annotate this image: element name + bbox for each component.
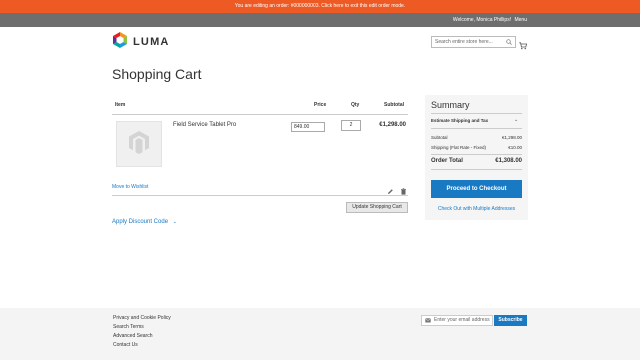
row-subtotal: €1,298.00: [379, 122, 406, 128]
footer: [0, 308, 640, 360]
summary-divider: [431, 169, 522, 170]
cart-icon[interactable]: [519, 37, 528, 55]
summary-row-subtotal: Subtotal €1,298.00: [431, 135, 522, 140]
apply-discount-toggle[interactable]: Apply Discount Code ⌄: [112, 219, 177, 225]
apply-discount-label: Apply Discount Code: [112, 219, 169, 225]
order-total-value: €1,308.00: [495, 158, 522, 164]
column-header-qty: Qty: [351, 102, 360, 108]
footer-link-search-terms[interactable]: Search Terms: [113, 324, 144, 330]
summary-label: Shipping (Flat Rate - Fixed): [431, 145, 487, 150]
logo-text: LUMA: [133, 36, 170, 48]
welcome-text: Welcome, Monica Phillips!: [452, 17, 512, 23]
subscribe-button[interactable]: Subscribe: [494, 315, 527, 326]
summary-divider: [431, 128, 522, 129]
qty-field[interactable]: 2: [341, 120, 361, 131]
pencil-icon[interactable]: [387, 182, 394, 200]
footer-link-contact[interactable]: Contact Us: [113, 342, 138, 348]
chevron-down-icon[interactable]: ⌄: [514, 117, 518, 123]
logo[interactable]: LUMA: [112, 31, 170, 54]
summary-divider: [431, 154, 522, 155]
estimate-shipping-toggle[interactable]: Estimate Shipping and Tax: [431, 118, 488, 123]
summary-divider: [431, 113, 522, 114]
summary-label: Subtotal: [431, 135, 448, 140]
account-menu-link[interactable]: Menu: [514, 17, 527, 23]
summary-value: €10.00: [508, 145, 522, 150]
summary-row-shipping: Shipping (Flat Rate - Fixed) €10.00: [431, 145, 522, 150]
luma-logo-icon: [112, 31, 128, 54]
row-divider: [112, 195, 408, 196]
search-input[interactable]: Search entire store here...: [431, 36, 516, 48]
update-cart-button[interactable]: Update Shopping Cart: [346, 202, 408, 213]
newsletter-placeholder: Enter your email address: [434, 317, 490, 323]
welcome-bar: Welcome, Monica Phillips! Menu: [0, 13, 640, 27]
product-name-link[interactable]: Field Service Tablet Pro: [173, 122, 236, 128]
page-title: Shopping Cart: [112, 66, 202, 82]
search-icon[interactable]: [506, 39, 512, 49]
order-total-row: Order Total €1,308.00: [431, 158, 522, 164]
summary-value: €1,298.00: [501, 135, 522, 140]
summary-title: Summary: [431, 100, 470, 110]
edit-order-banner[interactable]: You are editing an order: #000000003. Cl…: [0, 0, 640, 13]
trash-icon[interactable]: [400, 182, 407, 200]
proceed-to-checkout-button[interactable]: Proceed to Checkout: [431, 180, 522, 198]
chevron-down-icon: ⌄: [172, 219, 177, 225]
product-thumbnail[interactable]: [116, 121, 162, 167]
column-header-item: Item: [115, 102, 126, 108]
product-placeholder-icon: [128, 130, 150, 159]
footer-link-privacy[interactable]: Privacy and Cookie Policy: [113, 315, 171, 321]
order-total-label: Order Total: [431, 158, 463, 164]
price-field[interactable]: 849.00: [291, 122, 325, 132]
multiple-addresses-link[interactable]: Check Out with Multiple Addresses: [425, 206, 528, 212]
header-divider: [112, 114, 408, 115]
envelope-icon: [425, 318, 431, 327]
newsletter-email-field[interactable]: Enter your email address: [421, 315, 493, 326]
footer-link-advanced-search[interactable]: Advanced Search: [113, 333, 152, 339]
search-placeholder: Search entire store here...: [435, 39, 493, 45]
column-header-subtotal: Subtotal: [384, 102, 404, 108]
column-header-price: Price: [314, 102, 327, 108]
move-to-wishlist-link[interactable]: Move to Wishlist: [112, 184, 148, 190]
